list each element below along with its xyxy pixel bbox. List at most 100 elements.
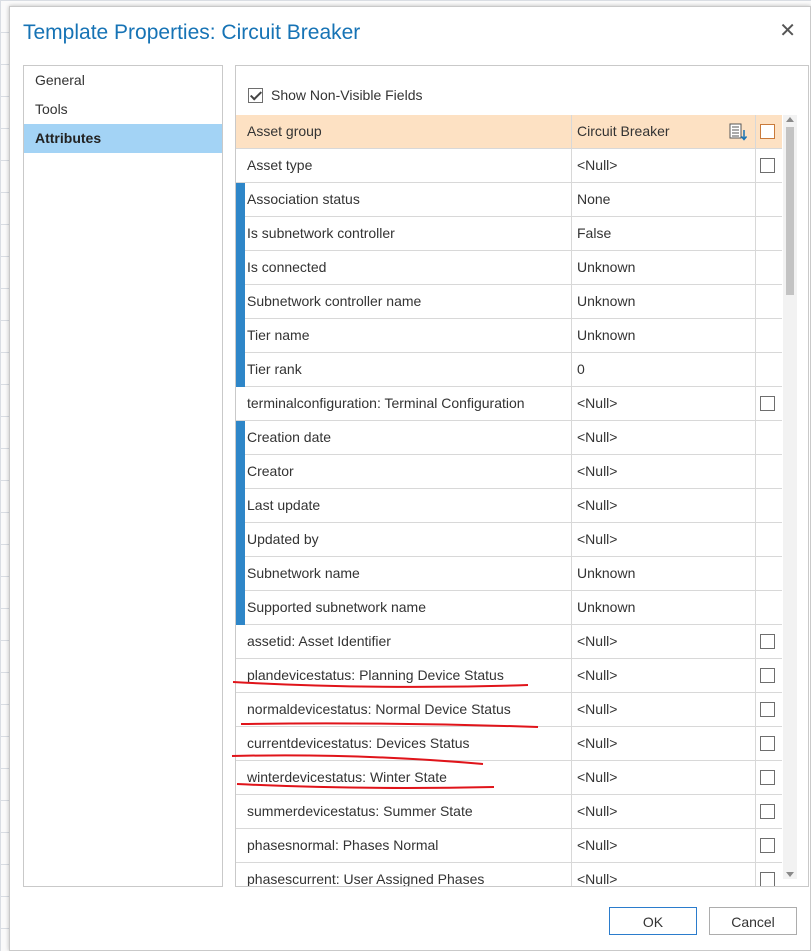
column-divider (571, 149, 572, 182)
row-checkbox[interactable] (760, 770, 775, 785)
field-value[interactable]: <Null> (577, 795, 617, 828)
column-divider (571, 659, 572, 692)
field-value[interactable]: Unknown (577, 285, 635, 318)
column-divider (571, 455, 572, 488)
table-row[interactable]: Tier name Unknown (236, 319, 782, 353)
table-row[interactable]: summerdevicestatus: Summer State <Null> (236, 795, 782, 829)
grid-scrollbar[interactable] (783, 115, 797, 879)
field-name: Is subnetwork controller (247, 225, 395, 241)
field-value[interactable]: Unknown (577, 251, 635, 284)
column-divider (755, 829, 756, 862)
row-checkbox[interactable] (760, 634, 775, 649)
nav-list: General Tools Attributes (23, 65, 223, 887)
table-row[interactable]: currentdevicestatus: Devices Status <Null… (236, 727, 782, 761)
column-divider (571, 115, 572, 148)
row-checkbox[interactable] (760, 736, 775, 751)
field-name: Tier rank (247, 361, 302, 377)
field-value[interactable]: <Null> (577, 523, 617, 556)
table-row[interactable]: Supported subnetwork name Unknown (236, 591, 782, 625)
column-divider (755, 557, 756, 590)
table-row[interactable]: Asset group Circuit Breaker (236, 115, 782, 149)
table-row[interactable]: Is connected Unknown (236, 251, 782, 285)
column-divider (571, 387, 572, 420)
field-name: Asset type (247, 157, 313, 173)
field-value[interactable]: <Null> (577, 659, 617, 692)
scroll-thumb[interactable] (786, 127, 794, 295)
table-row[interactable]: phasesnormal: Phases Normal <Null> (236, 829, 782, 863)
field-value[interactable]: None (577, 183, 610, 216)
row-checkbox[interactable] (760, 838, 775, 853)
table-row[interactable]: terminalconfiguration: Terminal Configur… (236, 387, 782, 421)
field-marker (236, 591, 245, 625)
field-value[interactable]: <Null> (577, 829, 617, 862)
show-non-visible-label: Show Non-Visible Fields (271, 87, 423, 103)
row-checkbox[interactable] (760, 668, 775, 683)
column-divider (755, 659, 756, 692)
table-row[interactable]: Subnetwork name Unknown (236, 557, 782, 591)
scroll-down-arrow-icon[interactable] (786, 872, 794, 877)
column-divider (755, 625, 756, 658)
row-checkbox[interactable] (760, 396, 775, 411)
column-divider (755, 183, 756, 216)
field-value[interactable]: <Null> (577, 727, 617, 760)
field-value[interactable]: <Null> (577, 761, 617, 794)
field-name: Subnetwork controller name (247, 293, 422, 309)
cancel-button[interactable]: Cancel (709, 907, 797, 935)
field-name: Creator (247, 463, 294, 479)
table-row[interactable]: Creator <Null> (236, 455, 782, 489)
field-value[interactable]: <Null> (577, 625, 617, 658)
field-value[interactable]: 0 (577, 353, 585, 386)
field-value[interactable]: Unknown (577, 557, 635, 590)
row-checkbox[interactable] (760, 872, 775, 886)
row-checkbox[interactable] (760, 702, 775, 717)
nav-item-general[interactable]: General (24, 66, 222, 95)
row-checkbox[interactable] (760, 158, 775, 173)
field-name: winterdevicestatus: Winter State (247, 769, 447, 785)
nav-item-tools[interactable]: Tools (24, 95, 222, 124)
table-row[interactable]: normaldevicestatus: Normal Device Status… (236, 693, 782, 727)
field-value[interactable]: <Null> (577, 149, 617, 182)
column-divider (571, 693, 572, 726)
field-value[interactable]: False (577, 217, 611, 250)
show-non-visible-fields-option[interactable]: Show Non-Visible Fields (248, 85, 422, 105)
table-row[interactable]: Asset type <Null> (236, 149, 782, 183)
field-value[interactable]: <Null> (577, 693, 617, 726)
field-marker (236, 319, 245, 353)
scroll-up-arrow-icon[interactable] (786, 117, 794, 122)
column-divider (571, 591, 572, 624)
nav-item-attributes[interactable]: Attributes (24, 124, 222, 153)
field-value[interactable]: <Null> (577, 387, 617, 420)
ok-button[interactable]: OK (609, 907, 697, 935)
table-row[interactable]: Is subnetwork controller False (236, 217, 782, 251)
column-divider (755, 217, 756, 250)
field-value[interactable]: Unknown (577, 591, 635, 624)
field-value[interactable]: <Null> (577, 863, 617, 886)
table-row[interactable]: Association status None (236, 183, 782, 217)
table-row[interactable]: Tier rank 0 (236, 353, 782, 387)
table-row[interactable]: assetid: Asset Identifier <Null> (236, 625, 782, 659)
table-row[interactable]: Subnetwork controller name Unknown (236, 285, 782, 319)
close-icon[interactable]: ✕ (779, 21, 796, 41)
field-name: assetid: Asset Identifier (247, 633, 391, 649)
row-checkbox[interactable] (760, 804, 775, 819)
field-list-menu-icon[interactable] (729, 123, 747, 141)
field-marker (236, 217, 245, 251)
table-row[interactable]: phasescurrent: User Assigned Phases <Null… (236, 863, 782, 886)
row-checkbox[interactable] (760, 124, 775, 139)
table-row[interactable]: Last update <Null> (236, 489, 782, 523)
field-value[interactable]: <Null> (577, 455, 617, 488)
field-value[interactable]: Unknown (577, 319, 635, 352)
table-row[interactable]: plandevicestatus: Planning Device Status… (236, 659, 782, 693)
column-divider (571, 557, 572, 590)
field-name: Last update (247, 497, 321, 513)
column-divider (755, 693, 756, 726)
field-value[interactable]: <Null> (577, 489, 617, 522)
column-divider (755, 455, 756, 488)
table-row[interactable]: Creation date <Null> (236, 421, 782, 455)
table-row[interactable]: Updated by <Null> (236, 523, 782, 557)
table-row[interactable]: winterdevicestatus: Winter State <Null> (236, 761, 782, 795)
field-value[interactable]: <Null> (577, 421, 617, 454)
show-non-visible-checkbox[interactable] (248, 87, 263, 103)
field-value[interactable]: Circuit Breaker (577, 115, 670, 148)
column-divider (755, 353, 756, 386)
